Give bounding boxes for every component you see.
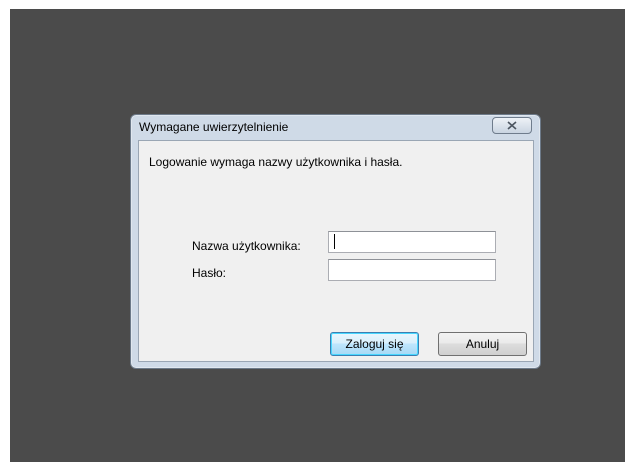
- dialog-message: Logowanie wymaga nazwy użytkownika i has…: [149, 155, 403, 169]
- password-input[interactable]: [328, 259, 496, 281]
- close-button[interactable]: [492, 117, 532, 134]
- auth-dialog: Wymagane uwierzytelnienie Logowanie wyma…: [130, 114, 541, 369]
- dialog-content: Logowanie wymaga nazwy użytkownika i has…: [138, 140, 534, 362]
- desktop-background: Wymagane uwierzytelnienie Logowanie wyma…: [10, 9, 625, 462]
- dialog-titlebar[interactable]: Wymagane uwierzytelnienie: [131, 115, 540, 139]
- username-label: Nazwa użytkownika:: [192, 239, 301, 253]
- password-label: Hasło:: [192, 266, 227, 280]
- dialog-title: Wymagane uwierzytelnienie: [139, 120, 289, 134]
- username-input[interactable]: [328, 231, 496, 253]
- cancel-button[interactable]: Anuluj: [438, 332, 527, 356]
- login-button[interactable]: Zaloguj się: [330, 332, 419, 356]
- text-caret: [334, 234, 335, 249]
- close-icon: [507, 121, 517, 130]
